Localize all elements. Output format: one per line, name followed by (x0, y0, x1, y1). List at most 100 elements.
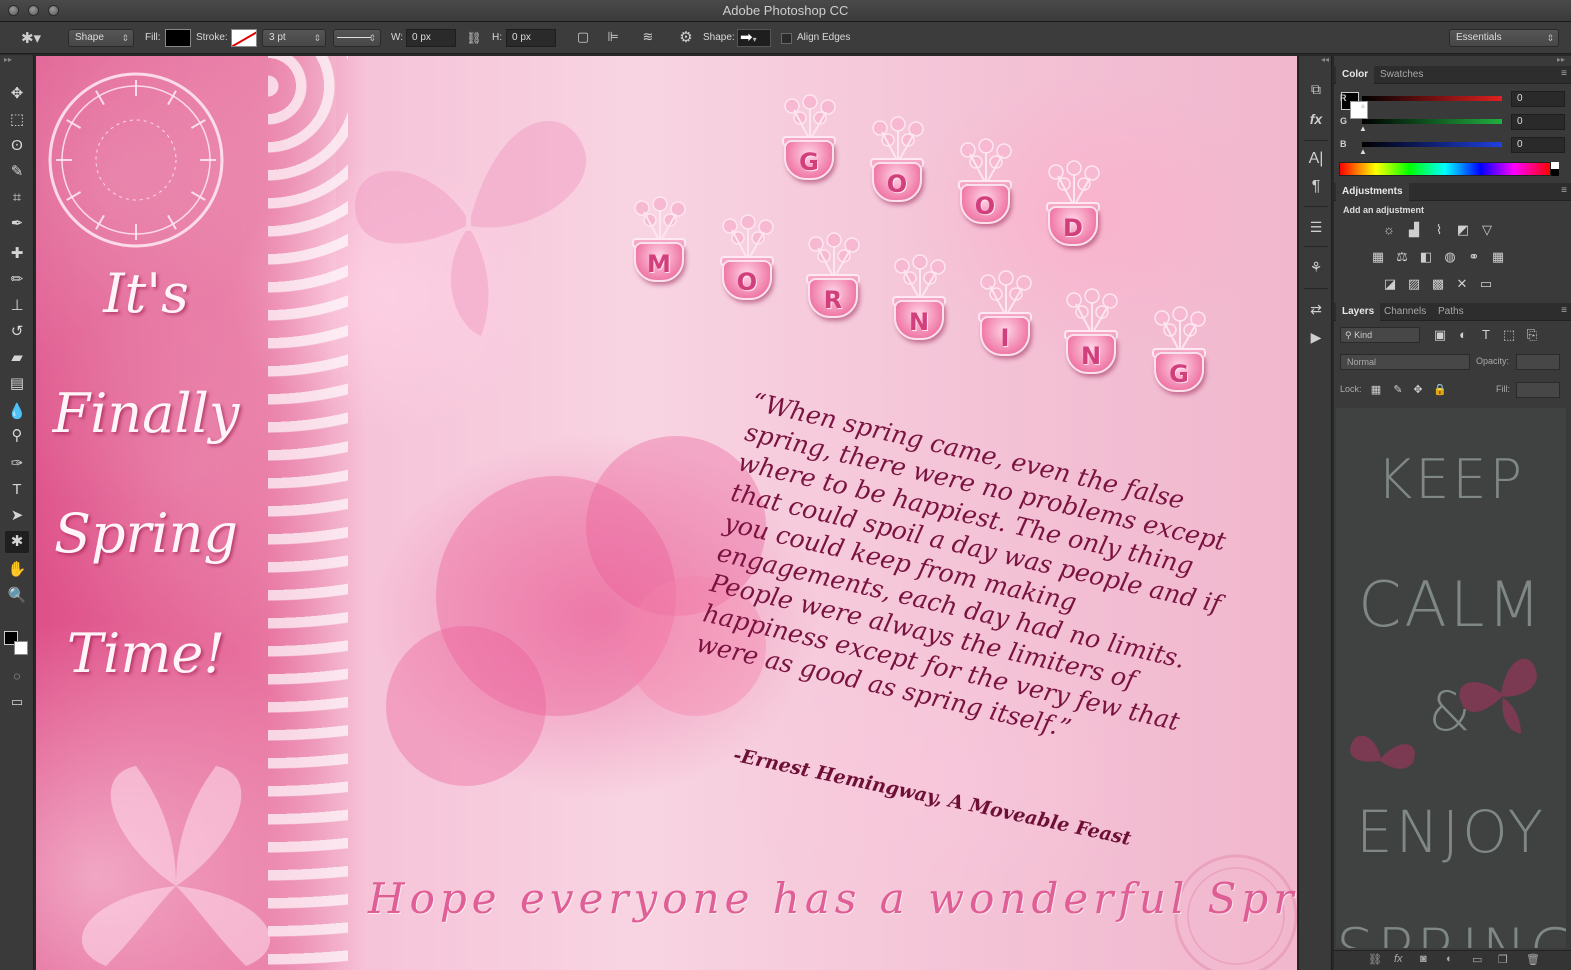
collapse-arrows-icon[interactable]: ◂◂ (1321, 55, 1329, 64)
channel-value-field[interactable]: 0 (1511, 91, 1565, 107)
lock-all-icon[interactable]: 🔒 (1430, 381, 1450, 399)
gradient-icon[interactable]: ▤ (5, 373, 29, 395)
photo-filter-icon[interactable]: ◍ (1440, 248, 1460, 266)
document-canvas[interactable]: It's Finally Spring Time! GOODMORNING “W… (36, 56, 1297, 970)
levels-icon[interactable]: ▟ (1404, 221, 1424, 239)
delete-layer-icon[interactable]: 🗑 (1526, 953, 1540, 966)
link-layers-icon[interactable]: ⛓ (1368, 953, 1382, 966)
filter-pixel-icon[interactable]: ▣ (1430, 326, 1450, 344)
channel-slider[interactable] (1362, 96, 1502, 101)
zoom-icon[interactable]: 🔍 (5, 585, 29, 607)
path-arrangement-icon[interactable]: ≋ (638, 29, 658, 45)
tab-color[interactable]: Color (1336, 66, 1375, 84)
selective-color-icon[interactable]: ✕ (1452, 275, 1472, 293)
channel-value-field[interactable]: 0 (1511, 114, 1565, 130)
new-group-icon[interactable]: ▭ (1472, 953, 1482, 966)
filter-adjustment-icon[interactable]: ◐ (1453, 326, 1473, 344)
new-adjustment-layer-icon[interactable]: ◐ (1446, 953, 1453, 965)
width-field[interactable]: 0 px (406, 29, 456, 47)
blur-icon[interactable]: 💧 (5, 401, 29, 423)
color-balance-icon[interactable]: ⚖ (1392, 248, 1412, 266)
lock-position-icon[interactable]: ✥ (1408, 381, 1428, 399)
hand-icon[interactable]: ✋ (5, 559, 29, 581)
background-color-swatch[interactable] (14, 641, 28, 655)
curves-icon[interactable]: ⌇ (1429, 221, 1449, 239)
filter-shape-icon[interactable]: ⬚ (1499, 326, 1519, 344)
brush-icon[interactable]: ✏ (5, 269, 29, 291)
tab-swatches[interactable]: Swatches (1374, 66, 1429, 84)
brightness-contrast-icon[interactable]: ☼ (1379, 221, 1399, 239)
invert-icon[interactable]: ◪ (1380, 275, 1400, 293)
hue-saturation-icon[interactable]: ▦ (1368, 248, 1388, 266)
clone-stamp-icon[interactable]: ⊥ (5, 295, 29, 317)
vibrance-icon[interactable]: ▽ (1477, 221, 1497, 239)
slider-thumb-icon[interactable]: ▲ (1359, 101, 1367, 110)
panel-menu-icon[interactable]: ≡ (1561, 68, 1567, 79)
path-select-icon[interactable]: ➤ (5, 505, 29, 527)
black-white-ramp[interactable] (1551, 162, 1559, 176)
tab-layers[interactable]: Layers (1336, 303, 1381, 321)
history-brush-icon[interactable]: ↺ (5, 321, 29, 343)
lock-transparency-icon[interactable]: ▦ (1366, 381, 1386, 399)
slider-thumb-icon[interactable]: ▲ (1359, 147, 1367, 156)
tab-adjustments[interactable]: Adjustments (1336, 183, 1409, 201)
layers-menu-icon[interactable]: ≡ (1561, 305, 1567, 316)
stroke-width-field[interactable]: 3 pt (262, 29, 326, 47)
layer-filter-select[interactable]: ⚲ Kind (1340, 327, 1420, 343)
quick-mask-icon[interactable]: ◌ (5, 665, 29, 687)
panels-collapse-icon[interactable]: ▸▸ (1557, 55, 1565, 64)
new-layer-icon[interactable]: ❐ (1498, 953, 1508, 966)
tab-channels[interactable]: Channels (1378, 303, 1432, 321)
link-icon[interactable]: ⛓ (464, 31, 484, 45)
type-icon[interactable]: T (5, 479, 29, 501)
lasso-icon[interactable]: ʘ (5, 135, 29, 157)
fill-field[interactable] (1516, 382, 1560, 398)
tab-paths[interactable]: Paths (1432, 303, 1470, 321)
posterize-icon[interactable]: ▨ (1404, 275, 1424, 293)
actions-panel-icon[interactable]: ▶ (1303, 326, 1329, 348)
move-icon[interactable]: ✥ (5, 83, 29, 105)
shape-picker[interactable]: ➡▾ (737, 29, 771, 47)
height-field[interactable]: 0 px (506, 29, 556, 47)
align-edges-checkbox[interactable] (781, 33, 792, 44)
add-mask-icon[interactable]: ◙ (1420, 953, 1427, 965)
filter-type-icon[interactable]: T (1476, 326, 1496, 344)
custom-shape-tool-preset-icon[interactable]: ✱▾ (18, 29, 44, 47)
styles-panel-icon[interactable]: fx (1303, 108, 1329, 130)
fill-swatch[interactable] (165, 29, 191, 47)
quick-select-icon[interactable]: ✎ (5, 161, 29, 183)
color-lookup-icon[interactable]: ▦ (1488, 248, 1508, 266)
workspace-select[interactable]: Essentials (1449, 29, 1559, 47)
channel-mixer-icon[interactable]: ⚭ (1464, 248, 1484, 266)
character-panel-icon[interactable]: A| (1303, 148, 1329, 170)
layer-style-icon[interactable]: fx (1394, 953, 1403, 965)
dodge-icon[interactable]: ⚲ (5, 425, 29, 447)
tool-mode-select[interactable]: Shape (68, 29, 134, 47)
slider-thumb-icon[interactable]: ▲ (1359, 124, 1367, 133)
layers-list-area[interactable]: KEEP CALM & ENJOY SPRING (1336, 408, 1566, 948)
stroke-type-select[interactable] (333, 29, 381, 47)
color-spectrum[interactable] (1339, 162, 1551, 176)
channel-slider[interactable] (1362, 119, 1502, 124)
threshold-icon[interactable]: ▩ (1428, 275, 1448, 293)
stroke-swatch[interactable] (231, 29, 257, 47)
history-panel-icon[interactable]: ⧉ (1303, 78, 1329, 100)
black-white-icon[interactable]: ◧ (1416, 248, 1436, 266)
properties-panel-icon[interactable]: ☰ (1303, 216, 1329, 238)
adjustments-menu-icon[interactable]: ≡ (1561, 185, 1567, 196)
healing-brush-icon[interactable]: ✚ (5, 243, 29, 265)
crop-icon[interactable]: ⌗ (5, 187, 29, 209)
channel-slider[interactable] (1362, 142, 1502, 147)
path-operations-icon[interactable]: ▢ (574, 29, 592, 45)
filter-smart-object-icon[interactable]: ⎘ (1522, 326, 1542, 344)
brush-presets-icon[interactable]: ⚘ (1303, 256, 1329, 278)
exposure-icon[interactable]: ◩ (1453, 221, 1473, 239)
eyedropper-icon[interactable]: ✒ (5, 213, 29, 235)
clone-source-icon[interactable]: ⇄ (1303, 298, 1329, 320)
lock-pixels-icon[interactable]: ✎ (1388, 381, 1408, 399)
channel-value-field[interactable]: 0 (1511, 137, 1565, 153)
opacity-field[interactable] (1516, 354, 1560, 370)
gradient-map-icon[interactable]: ▭ (1476, 275, 1496, 293)
toolbar-collapse-icon[interactable]: ▸▸ (0, 55, 33, 65)
marquee-icon[interactable]: ⬚ (5, 109, 29, 131)
